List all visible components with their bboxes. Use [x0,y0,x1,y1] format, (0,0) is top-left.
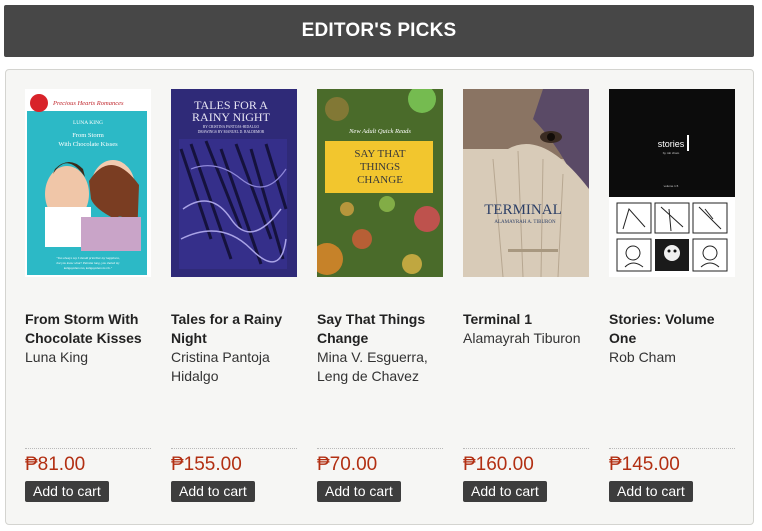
divider [463,448,589,449]
add-to-cart-button[interactable]: Add to cart [463,481,547,502]
svg-text:TERMINAL: TERMINAL [484,202,562,218]
book-author: Cristina Pantoja Hidalgo [171,349,270,384]
product-grid: Precious Hearts Romances LUNA KING From … [5,69,754,525]
book-cover-image[interactable]: TALES FOR A RAINY NIGHT BY CRISTINA PANT… [171,89,297,277]
divider [171,448,297,449]
svg-text:LUNA KING: LUNA KING [73,120,103,126]
book-author: Luna King [25,349,89,365]
book-price: ₱81.00 [25,454,86,475]
book-author: Mina V. Esguerra, Leng de Chavez [317,349,428,384]
svg-text:volume 1.5: volume 1.5 [664,184,679,188]
cover-art-tales: TALES FOR A RAINY NIGHT BY CRISTINA PANT… [171,89,297,277]
svg-text:From Storm: From Storm [72,132,104,139]
book-cover-image[interactable]: stories by rob cham volume 1.5 [609,89,735,277]
book-title[interactable]: Tales for a Rainy Night Cristina Pantoja… [171,310,299,386]
book-author: Rob Cham [609,349,676,365]
cover-art-storm: Precious Hearts Romances LUNA KING From … [25,89,151,277]
svg-text:RAINY NIGHT: RAINY NIGHT [192,110,271,124]
book-price: ₱70.00 [317,454,378,475]
add-to-cart-button[interactable]: Add to cart [609,481,693,502]
hearts-logo-icon [30,94,48,112]
cover-art-say-that: New Adult Quick Reads SAY THAT THINGS CH… [317,89,443,277]
book-title[interactable]: Terminal 1 Alamayrah Tiburon [463,310,591,348]
svg-text:With Chocolate Kisses: With Chocolate Kisses [58,141,118,148]
add-to-cart-button[interactable]: Add to cart [25,481,109,502]
cover-art-terminal: TERMINAL ALAMAYRAH A. TIBURON [463,89,589,277]
book-card: New Adult Quick Reads SAY THAT THINGS CH… [317,89,445,523]
svg-text:THINGS: THINGS [360,161,400,173]
divider [609,448,735,449]
book-author: Alamayrah Tiburon [463,330,581,346]
book-card: TERMINAL ALAMAYRAH A. TIBURON Terminal 1… [463,89,591,523]
svg-text:by rob cham: by rob cham [663,151,680,155]
book-price: ₱155.00 [171,454,242,475]
editors-picks-header: EDITOR'S PICKS [4,5,754,57]
cover-art-stories: stories by rob cham volume 1.5 [609,89,735,277]
add-to-cart-button[interactable]: Add to cart [171,481,255,502]
section-title: EDITOR'S PICKS [301,20,457,41]
svg-text:CHANGE: CHANGE [357,174,403,186]
book-title[interactable]: Say That Things Change Mina V. Esguerra,… [317,310,445,386]
divider [25,448,151,449]
book-card: TALES FOR A RAINY NIGHT BY CRISTINA PANT… [171,89,299,523]
book-title[interactable]: From Storm With Chocolate Kisses Luna Ki… [25,310,153,367]
book-cover-image[interactable]: Precious Hearts Romances LUNA KING From … [25,89,151,277]
svg-text:New Adult Quick Reads: New Adult Quick Reads [348,128,411,135]
svg-text:Precious Hearts Romances: Precious Hearts Romances [52,100,124,107]
book-title[interactable]: Stories: Volume One Rob Cham [609,310,737,367]
book-cover-image[interactable]: TERMINAL ALAMAYRAH A. TIBURON [463,89,589,277]
book-card: stories by rob cham volume 1.5 Stories: … [609,89,737,523]
book-price: ₱160.00 [463,454,534,475]
book-cover-image[interactable]: New Adult Quick Reads SAY THAT THINGS CH… [317,89,443,277]
book-price: ₱145.00 [609,454,680,475]
divider [317,448,443,449]
add-to-cart-button[interactable]: Add to cart [317,481,401,502]
book-card: Precious Hearts Romances LUNA KING From … [25,89,153,523]
svg-text:BY CRISTINA PANTOJA-HIDALGO: BY CRISTINA PANTOJA-HIDALGO [203,125,260,129]
svg-text:DRAWINGS BY MANUEL D. BALDEMOR: DRAWINGS BY MANUEL D. BALDEMOR [198,130,265,134]
svg-text:ALAMAYRAH A. TIBURON: ALAMAYRAH A. TIBURON [494,220,556,225]
svg-text:SAY THAT: SAY THAT [354,148,406,160]
svg-text:stories: stories [658,139,685,149]
